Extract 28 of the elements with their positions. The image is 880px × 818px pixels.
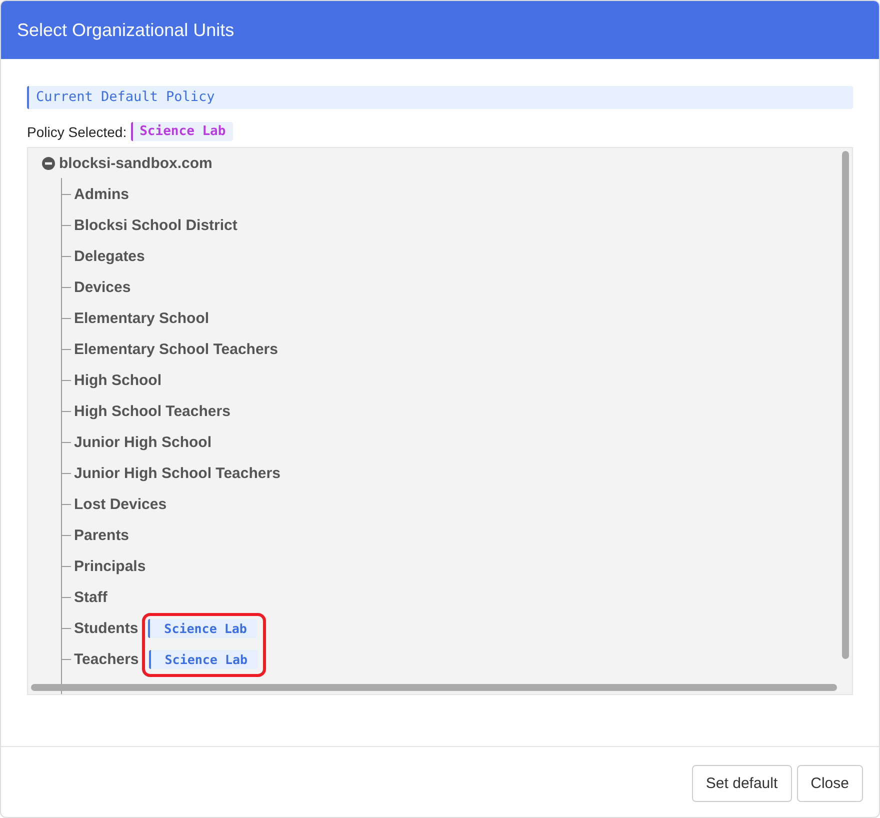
tree-node[interactable]: Teachers bbox=[74, 651, 139, 668]
policy-selected-label: Policy Selected: bbox=[27, 124, 127, 140]
dialog-button[interactable]: Close bbox=[796, 765, 863, 802]
tree-node[interactable]: Devices bbox=[74, 279, 131, 296]
policy-tag: Science Lab bbox=[148, 650, 258, 669]
tree-node[interactable]: High School Teachers bbox=[74, 403, 230, 420]
tree-node[interactable]: Lost Devices bbox=[74, 496, 167, 513]
dialog-button[interactable]: Set default bbox=[692, 765, 792, 802]
current-default-policy-label: Current Default Policy bbox=[27, 86, 853, 109]
tree-node[interactable]: Admins bbox=[74, 186, 130, 203]
tree-node[interactable]: Principals bbox=[74, 558, 146, 575]
tree-node[interactable]: blocksi-sandbox.com bbox=[59, 155, 212, 172]
tree-node[interactable]: Parents bbox=[74, 527, 130, 544]
tree-node[interactable]: Junior High School Teachers bbox=[74, 465, 280, 482]
tree-node[interactable]: High School bbox=[74, 372, 162, 389]
policy-tag: Science Lab bbox=[130, 122, 233, 141]
tree-node[interactable]: Staff bbox=[74, 589, 108, 606]
tree-node[interactable]: Elementary School Teachers bbox=[74, 341, 278, 358]
tree-node[interactable]: Junior High School bbox=[74, 434, 212, 451]
scrollbar-thumb[interactable] bbox=[842, 151, 849, 659]
tree-node[interactable]: Delegates bbox=[74, 248, 145, 265]
tree-node[interactable]: Students bbox=[74, 620, 138, 637]
tree-node[interactable]: Elementary School bbox=[74, 310, 210, 327]
tree-node[interactable]: Blocksi School District bbox=[74, 217, 238, 234]
scrollbar-thumb[interactable] bbox=[31, 684, 837, 691]
collapse-icon[interactable] bbox=[42, 157, 55, 170]
dialog-title: Select Organizational Units bbox=[1, 1, 879, 59]
policy-tag: Science Lab bbox=[148, 619, 257, 638]
